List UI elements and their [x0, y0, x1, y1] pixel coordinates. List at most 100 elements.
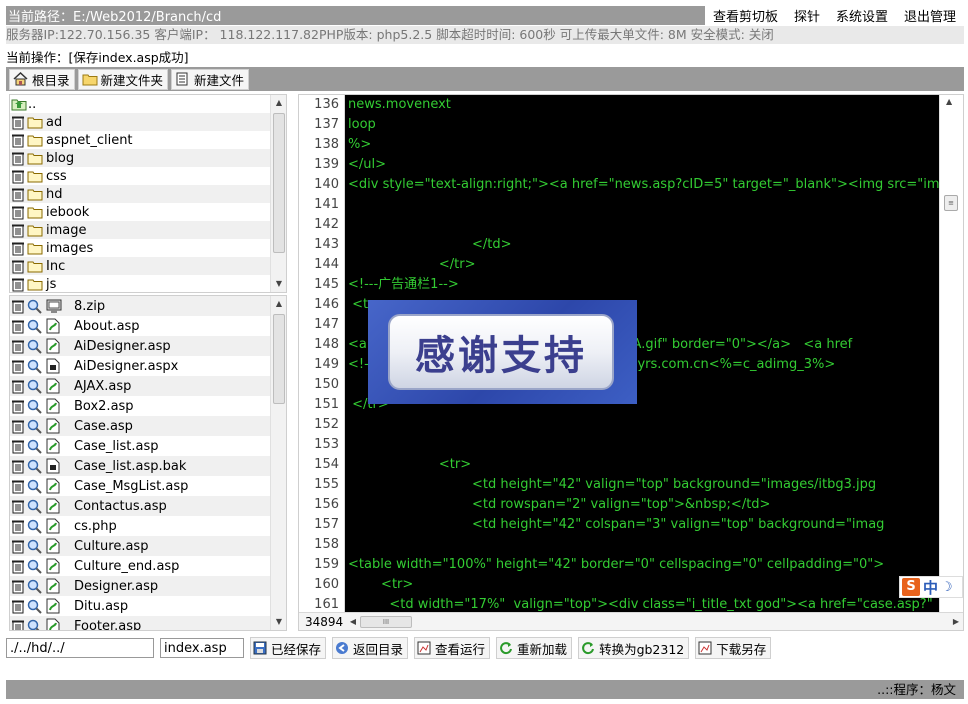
code-line[interactable]: <table width="100%" height="42" border="… [346, 555, 940, 575]
code-line[interactable] [346, 195, 940, 215]
code-line[interactable]: <td height="42" valign="top" background=… [346, 475, 940, 495]
file-name[interactable]: Case_list.asp [74, 439, 159, 454]
directory-scrollbar[interactable]: ▲ ▼ [270, 95, 286, 292]
file-name[interactable]: Case_MsgList.asp [74, 479, 188, 494]
delete-icon[interactable] [11, 579, 25, 594]
magnifier-icon[interactable] [27, 439, 42, 454]
new-folder-button[interactable]: 新建文件夹 [77, 68, 169, 90]
magnifier-icon[interactable] [27, 459, 42, 474]
code-line[interactable]: </ul> [346, 155, 940, 175]
delete-icon[interactable] [11, 499, 25, 514]
code-line[interactable]: <td rowspan="2" valign="top">&nbsp;</td> [346, 495, 940, 515]
magnifier-icon[interactable] [27, 559, 42, 574]
magnifier-icon[interactable] [27, 619, 42, 630]
code-line[interactable] [346, 535, 940, 555]
file-name[interactable]: Culture.asp [74, 539, 148, 554]
file-item[interactable]: Culture_end.asp [10, 556, 286, 576]
scroll-left-icon[interactable]: ◀ [346, 617, 360, 626]
file-name[interactable]: Footer.asp [74, 619, 141, 631]
magnifier-icon[interactable] [27, 379, 42, 394]
code-line[interactable]: loop [346, 115, 940, 135]
delete-icon[interactable] [11, 187, 25, 202]
menu-logout[interactable]: 退出管理 [896, 6, 964, 25]
file-item[interactable]: Designer.asp [10, 576, 286, 596]
scroll-down-icon[interactable]: ▼ [271, 614, 286, 630]
hscroll-thumb[interactable]: III [360, 615, 412, 628]
directory-item[interactable]: aspnet_client [10, 131, 286, 149]
magnifier-icon[interactable] [27, 539, 42, 554]
delete-icon[interactable] [11, 319, 25, 334]
magnifier-icon[interactable] [27, 339, 42, 354]
delete-icon[interactable] [11, 439, 25, 454]
back-to-dir-button[interactable]: 返回目录 [332, 637, 409, 659]
root-dir-button[interactable]: 根目录 [9, 68, 75, 90]
code-line[interactable]: </td> [346, 235, 940, 255]
directory-item[interactable]: blog [10, 149, 286, 167]
file-item[interactable]: Case_MsgList.asp [10, 476, 286, 496]
file-item[interactable]: 8.zip [10, 296, 286, 316]
code-line[interactable]: news.movenext [346, 95, 940, 115]
file-item[interactable]: AiDesigner.asp [10, 336, 286, 356]
file-item[interactable]: Culture.asp [10, 536, 286, 556]
scroll-right-icon[interactable]: ▶ [949, 617, 963, 626]
file-item[interactable]: Contactus.asp [10, 496, 286, 516]
menu-clipboard[interactable]: 查看剪切板 [705, 6, 786, 25]
directory-item[interactable]: iebook [10, 203, 286, 221]
directory-item[interactable]: image [10, 221, 286, 239]
file-item[interactable]: Case.asp [10, 416, 286, 436]
code-line[interactable]: <!---广告通栏1--> [346, 275, 940, 295]
magnifier-icon[interactable] [27, 479, 42, 494]
magnifier-icon[interactable] [27, 599, 42, 614]
delete-icon[interactable] [11, 133, 25, 148]
filename-input[interactable] [160, 638, 244, 658]
delete-icon[interactable] [11, 277, 25, 292]
delete-icon[interactable] [11, 399, 25, 414]
file-name[interactable]: AiDesigner.asp [74, 339, 171, 354]
file-item[interactable]: Case_list.asp [10, 436, 286, 456]
magnifier-icon[interactable] [27, 399, 42, 414]
menu-settings[interactable]: 系统设置 [828, 6, 896, 25]
code-line[interactable]: </tr> [346, 255, 940, 275]
magnifier-icon[interactable] [27, 519, 42, 534]
file-item[interactable]: Ditu.asp [10, 596, 286, 616]
delete-icon[interactable] [11, 539, 25, 554]
path-input[interactable] [6, 638, 154, 658]
scroll-thumb[interactable]: ≡ [944, 195, 958, 211]
directory-item[interactable]: css [10, 167, 286, 185]
delete-icon[interactable] [11, 619, 25, 630]
delete-icon[interactable] [11, 559, 25, 574]
file-name[interactable]: 8.zip [74, 299, 105, 314]
code-line[interactable]: %> [346, 135, 940, 155]
delete-icon[interactable] [11, 115, 25, 130]
file-scrollbar[interactable]: ▲ ▼ [270, 296, 286, 630]
file-item[interactable]: AiDesigner.aspx [10, 356, 286, 376]
directory-item[interactable]: ad [10, 113, 286, 131]
scroll-thumb[interactable] [273, 314, 285, 404]
code-line[interactable] [346, 215, 940, 235]
magnifier-icon[interactable] [27, 359, 42, 374]
file-item[interactable]: Footer.asp [10, 616, 286, 631]
scroll-down-icon[interactable]: ▼ [271, 276, 286, 292]
reload-button[interactable]: 重新加载 [496, 637, 573, 659]
file-name[interactable]: Designer.asp [74, 579, 158, 594]
delete-icon[interactable] [11, 519, 25, 534]
directory-item[interactable]: hd [10, 185, 286, 203]
file-name[interactable]: Contactus.asp [74, 499, 167, 514]
new-file-button[interactable]: 新建文件 [171, 68, 250, 90]
delete-icon[interactable] [11, 379, 25, 394]
file-name[interactable]: cs.php [74, 519, 117, 534]
editor-horizontal-scrollbar[interactable]: 34894 ◀ III ▶ [299, 612, 963, 630]
code-line[interactable]: <tr> [346, 455, 940, 475]
save-button[interactable]: 已经保存 [250, 637, 327, 659]
directory-item[interactable]: Inc [10, 257, 286, 275]
file-name[interactable]: About.asp [74, 319, 140, 334]
magnifier-icon[interactable] [27, 499, 42, 514]
scroll-up-icon[interactable]: ▲ [271, 95, 286, 111]
magnifier-icon[interactable] [27, 319, 42, 334]
file-item[interactable]: Case_list.asp.bak [10, 456, 286, 476]
magnifier-icon[interactable] [27, 419, 42, 434]
convert-gb2312-button[interactable]: 转换为gb2312 [578, 637, 690, 659]
file-item[interactable]: About.asp [10, 316, 286, 336]
editor-vertical-scrollbar[interactable]: ▲ ≡ [939, 95, 963, 614]
directory-item[interactable]: js [10, 275, 286, 292]
